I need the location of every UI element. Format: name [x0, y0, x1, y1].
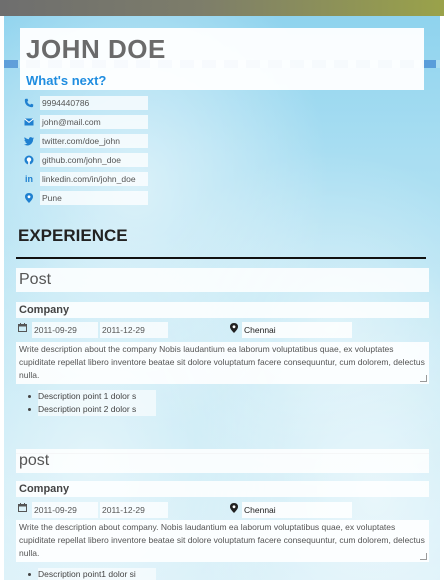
github-field[interactable]: github.com/john_doe — [40, 153, 148, 167]
section-divider — [16, 257, 426, 259]
start-date-field[interactable]: 2011-09-29 — [32, 322, 98, 338]
description-text: Write the description about company. Nob… — [19, 522, 425, 558]
contact-phone: 9994440786 — [22, 96, 162, 110]
end-date-field[interactable]: 2011-12-29 — [100, 502, 168, 518]
company-text: Company — [19, 304, 70, 316]
list-item[interactable]: Description point1 dolor si — [26, 568, 156, 580]
company-field[interactable]: Company — [16, 481, 429, 497]
github-icon — [22, 153, 36, 167]
description-points: Description point1 dolor si — [26, 568, 156, 580]
linkedin-icon: in — [25, 174, 33, 184]
contact-twitter: twitter.com/doe_john — [22, 134, 162, 148]
contact-location: Pune — [22, 191, 162, 205]
description-textarea[interactable]: Write the description about company. Nob… — [16, 520, 429, 562]
job-location-field[interactable]: Chennai — [242, 502, 352, 518]
linkedin-field[interactable]: linkedin.com/in/john_doe — [40, 172, 148, 186]
location-pin-icon — [230, 323, 238, 336]
end-date-field[interactable]: 2011-12-29 — [100, 322, 168, 338]
header-box: JOHN DOE What's next? — [20, 28, 424, 90]
phone-icon — [22, 96, 36, 110]
tagline-field[interactable]: What's next? — [26, 73, 106, 88]
date-location-row: 2011-09-29 2011-12-29 Chennai — [16, 322, 436, 338]
job-location-field[interactable]: Chennai — [242, 322, 352, 338]
contact-github: github.com/john_doe — [22, 153, 162, 167]
location-pin-icon — [22, 191, 36, 205]
date-location-row: 2011-09-29 2011-12-29 Chennai — [16, 502, 436, 518]
list-item[interactable]: Description point 2 dolor s — [26, 403, 156, 416]
post-text: Post — [19, 271, 52, 288]
experience-section-title[interactable]: EXPERIENCE — [18, 226, 128, 246]
resize-handle-icon[interactable] — [420, 553, 427, 560]
description-textarea[interactable]: Write description about the company Nobi… — [16, 342, 429, 384]
window-top-bar — [0, 0, 444, 16]
name-field[interactable]: JOHN DOE — [26, 34, 166, 65]
list-item[interactable]: Description point 1 dolor s — [26, 390, 156, 403]
company-field[interactable]: Company — [16, 302, 429, 318]
phone-field[interactable]: 9994440786 — [40, 96, 148, 110]
email-field[interactable]: john@mail.com — [40, 115, 148, 129]
calendar-icon — [18, 503, 27, 514]
description-text: Write description about the company Nobi… — [19, 344, 425, 380]
twitter-icon — [22, 134, 36, 148]
mail-icon — [22, 115, 36, 129]
description-points: Description point 1 dolor s Description … — [26, 390, 156, 416]
calendar-icon — [18, 323, 27, 334]
resume-sheet: JOHN DOE What's next? 9994440786 john@ma… — [4, 16, 440, 580]
contact-linkedin: in linkedin.com/in/john_doe — [22, 172, 162, 186]
location-field[interactable]: Pune — [40, 191, 148, 205]
contact-email: john@mail.com — [22, 115, 162, 129]
post-text: post — [19, 452, 50, 469]
post-field[interactable]: Post — [16, 268, 429, 292]
resize-handle-icon[interactable] — [420, 375, 427, 382]
post-field[interactable]: post — [16, 449, 429, 473]
start-date-field[interactable]: 2011-09-29 — [32, 502, 98, 518]
company-text: Company — [19, 483, 70, 495]
location-pin-icon — [230, 503, 238, 516]
twitter-field[interactable]: twitter.com/doe_john — [40, 134, 148, 148]
